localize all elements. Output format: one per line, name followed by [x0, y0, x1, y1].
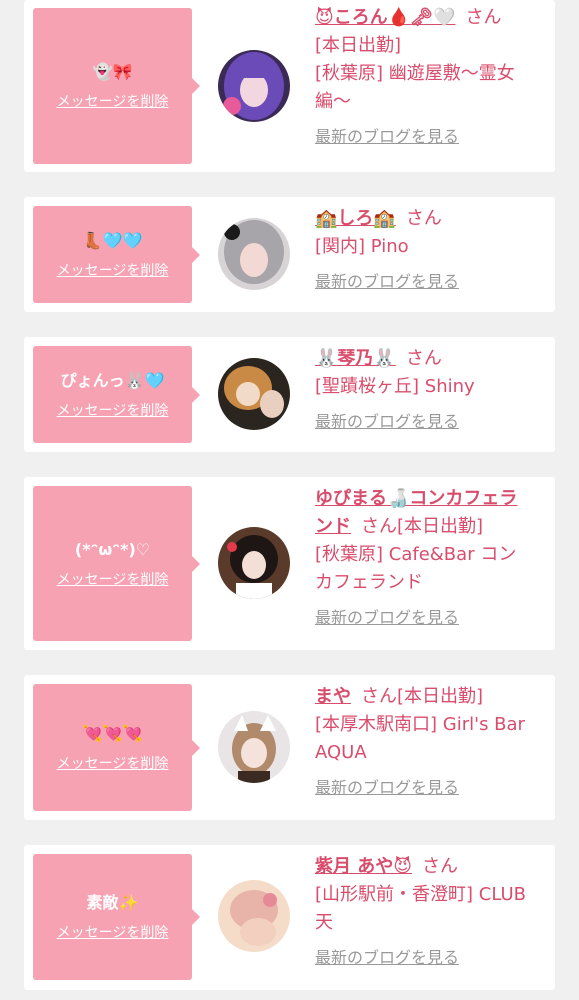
cast-info: 🏫しろ🏫 さん [関内] Pino 最新のブログを見る [315, 205, 551, 293]
message-box: ぴょんっ🐰🩵 メッセージを削除 [33, 346, 200, 443]
latest-blog-link[interactable]: 最新のブログを見る [315, 777, 551, 799]
message-box: (*ᵔωᵔ*)♡ メッセージを削除 [33, 486, 200, 641]
cast-name-link[interactable]: まや [315, 686, 351, 707]
latest-blog-link[interactable]: 最新のブログを見る [315, 411, 551, 433]
message-box: 👻🎀 メッセージを削除 [33, 8, 200, 164]
shop-location-cont: 編〜 [315, 91, 351, 112]
san-suffix: さん [422, 856, 459, 877]
cast-info: 紫月 あや😈 さん [山形駅前・香澄町] CLUB 天 最新のブログを見る [315, 853, 551, 969]
cast-name-link[interactable]: 🐰琴乃🐰 [315, 348, 396, 369]
message-text: 👢🩵🩵 [82, 230, 143, 250]
silver-hair-avatar-icon [218, 218, 290, 290]
shop-location: [聖蹟桜ヶ丘] Shiny [315, 376, 475, 397]
cast-card: 👢🩵🩵 メッセージを削除 🏫しろ🏫 さん [関内] Pino 最新のブログを見る [24, 197, 555, 312]
shop-location-cont: AQUA [315, 742, 367, 763]
message-box: 💘💘💘 メッセージを削除 [33, 684, 200, 811]
san-suffix: さん [405, 348, 442, 369]
status-text: [本日出勤] [397, 516, 484, 537]
shop-location-cont: 天 [315, 912, 333, 933]
cast-name-link-cont[interactable]: ンド [315, 516, 351, 537]
message-box: 👢🩵🩵 メッセージを削除 [33, 206, 200, 303]
shop-location: [山形駅前・香澄町] CLUB [315, 884, 526, 905]
cast-info: 🐰琴乃🐰 さん [聖蹟桜ヶ丘] Shiny 最新のブログを見る [315, 345, 551, 433]
cast-name-link[interactable]: ゆぴまる🍶コンカフェラ [315, 488, 517, 509]
latest-blog-link[interactable]: 最新のブログを見る [315, 126, 551, 148]
shop-location: [関内] Pino [315, 236, 409, 257]
delete-message-link[interactable]: メッセージを削除 [57, 400, 169, 420]
avatar[interactable] [218, 358, 290, 430]
cast-card: 👻🎀 メッセージを削除 😈ころん🩸🗝🤍 さん [本日出勤] [秋葉原] 幽遊屋敷〜… [24, 0, 555, 172]
shop-location: [秋葉原] Cafe&Bar コン [315, 544, 517, 565]
delete-message-link[interactable]: メッセージを削除 [57, 91, 169, 111]
message-text: 💘💘💘 [82, 723, 143, 743]
san-suffix: さん [465, 7, 502, 28]
pink-blur-avatar-icon [218, 880, 290, 952]
latest-blog-link[interactable]: 最新のブログを見る [315, 947, 551, 969]
delete-message-link[interactable]: メッセージを削除 [57, 260, 169, 280]
cast-name-link[interactable]: 紫月 あや😈 [315, 856, 412, 877]
message-text: ぴょんっ🐰🩵 [60, 370, 165, 390]
avatar[interactable] [218, 50, 290, 122]
shop-location: [秋葉原] 幽遊屋敷〜霊女 [315, 63, 515, 84]
san-suffix: さん [361, 516, 397, 537]
avatar[interactable] [218, 527, 290, 599]
cast-info: ゆぴまる🍶コンカフェラ ンド さん[本日出勤] [秋葉原] Cafe&Bar コン… [315, 485, 551, 629]
cast-info: まや さん[本日出勤] [本厚木駅南口] Girl's Bar AQUA 最新のブ… [315, 683, 551, 799]
avatar[interactable] [218, 218, 290, 290]
cast-name-link[interactable]: 😈ころん🩸🗝🤍 [315, 7, 455, 28]
cast-card: ぴょんっ🐰🩵 メッセージを削除 🐰琴乃🐰 さん [聖蹟桜ヶ丘] Shiny 最新の… [24, 337, 555, 452]
cast-card: 素敵✨ メッセージを削除 紫月 あや😈 さん [山形駅前・香澄町] CLUB 天 … [24, 845, 555, 990]
animal-hood-avatar-icon [218, 358, 290, 430]
message-text: 素敵✨ [86, 893, 139, 912]
san-suffix: さん [361, 686, 397, 707]
cast-name-link[interactable]: 🏫しろ🏫 [315, 208, 396, 229]
avatar[interactable] [218, 711, 290, 783]
message-text: (*ᵔωᵔ*)♡ [74, 539, 151, 559]
avatar[interactable] [218, 880, 290, 952]
cast-card: 💘💘💘 メッセージを削除 まや さん[本日出勤] [本厚木駅南口] Girl's … [24, 675, 555, 820]
message-text: 👻🎀 [92, 62, 133, 81]
latest-blog-link[interactable]: 最新のブログを見る [315, 271, 551, 293]
status-text: [本日出勤] [397, 686, 484, 707]
cast-card: (*ᵔωᵔ*)♡ メッセージを削除 ゆぴまる🍶コンカフェラ ンド さん[本日出勤]… [24, 477, 555, 650]
latest-blog-link[interactable]: 最新のブログを見る [315, 607, 551, 629]
san-suffix: さん [405, 208, 442, 229]
purple-hair-avatar-icon [218, 50, 290, 122]
shop-location-cont: カフェランド [315, 572, 423, 593]
message-box: 素敵✨ メッセージを削除 [33, 854, 200, 980]
shop-location: [本厚木駅南口] Girl's Bar [315, 714, 525, 735]
delete-message-link[interactable]: メッセージを削除 [57, 753, 169, 773]
delete-message-link[interactable]: メッセージを削除 [57, 922, 169, 942]
delete-message-link[interactable]: メッセージを削除 [57, 569, 169, 589]
cat-ear-avatar-icon [218, 711, 290, 783]
status-text: [本日出勤] [315, 35, 402, 56]
maid-avatar-icon [218, 527, 290, 599]
cast-info: 😈ころん🩸🗝🤍 さん [本日出勤] [秋葉原] 幽遊屋敷〜霊女 編〜 最新のブログ… [315, 4, 551, 148]
